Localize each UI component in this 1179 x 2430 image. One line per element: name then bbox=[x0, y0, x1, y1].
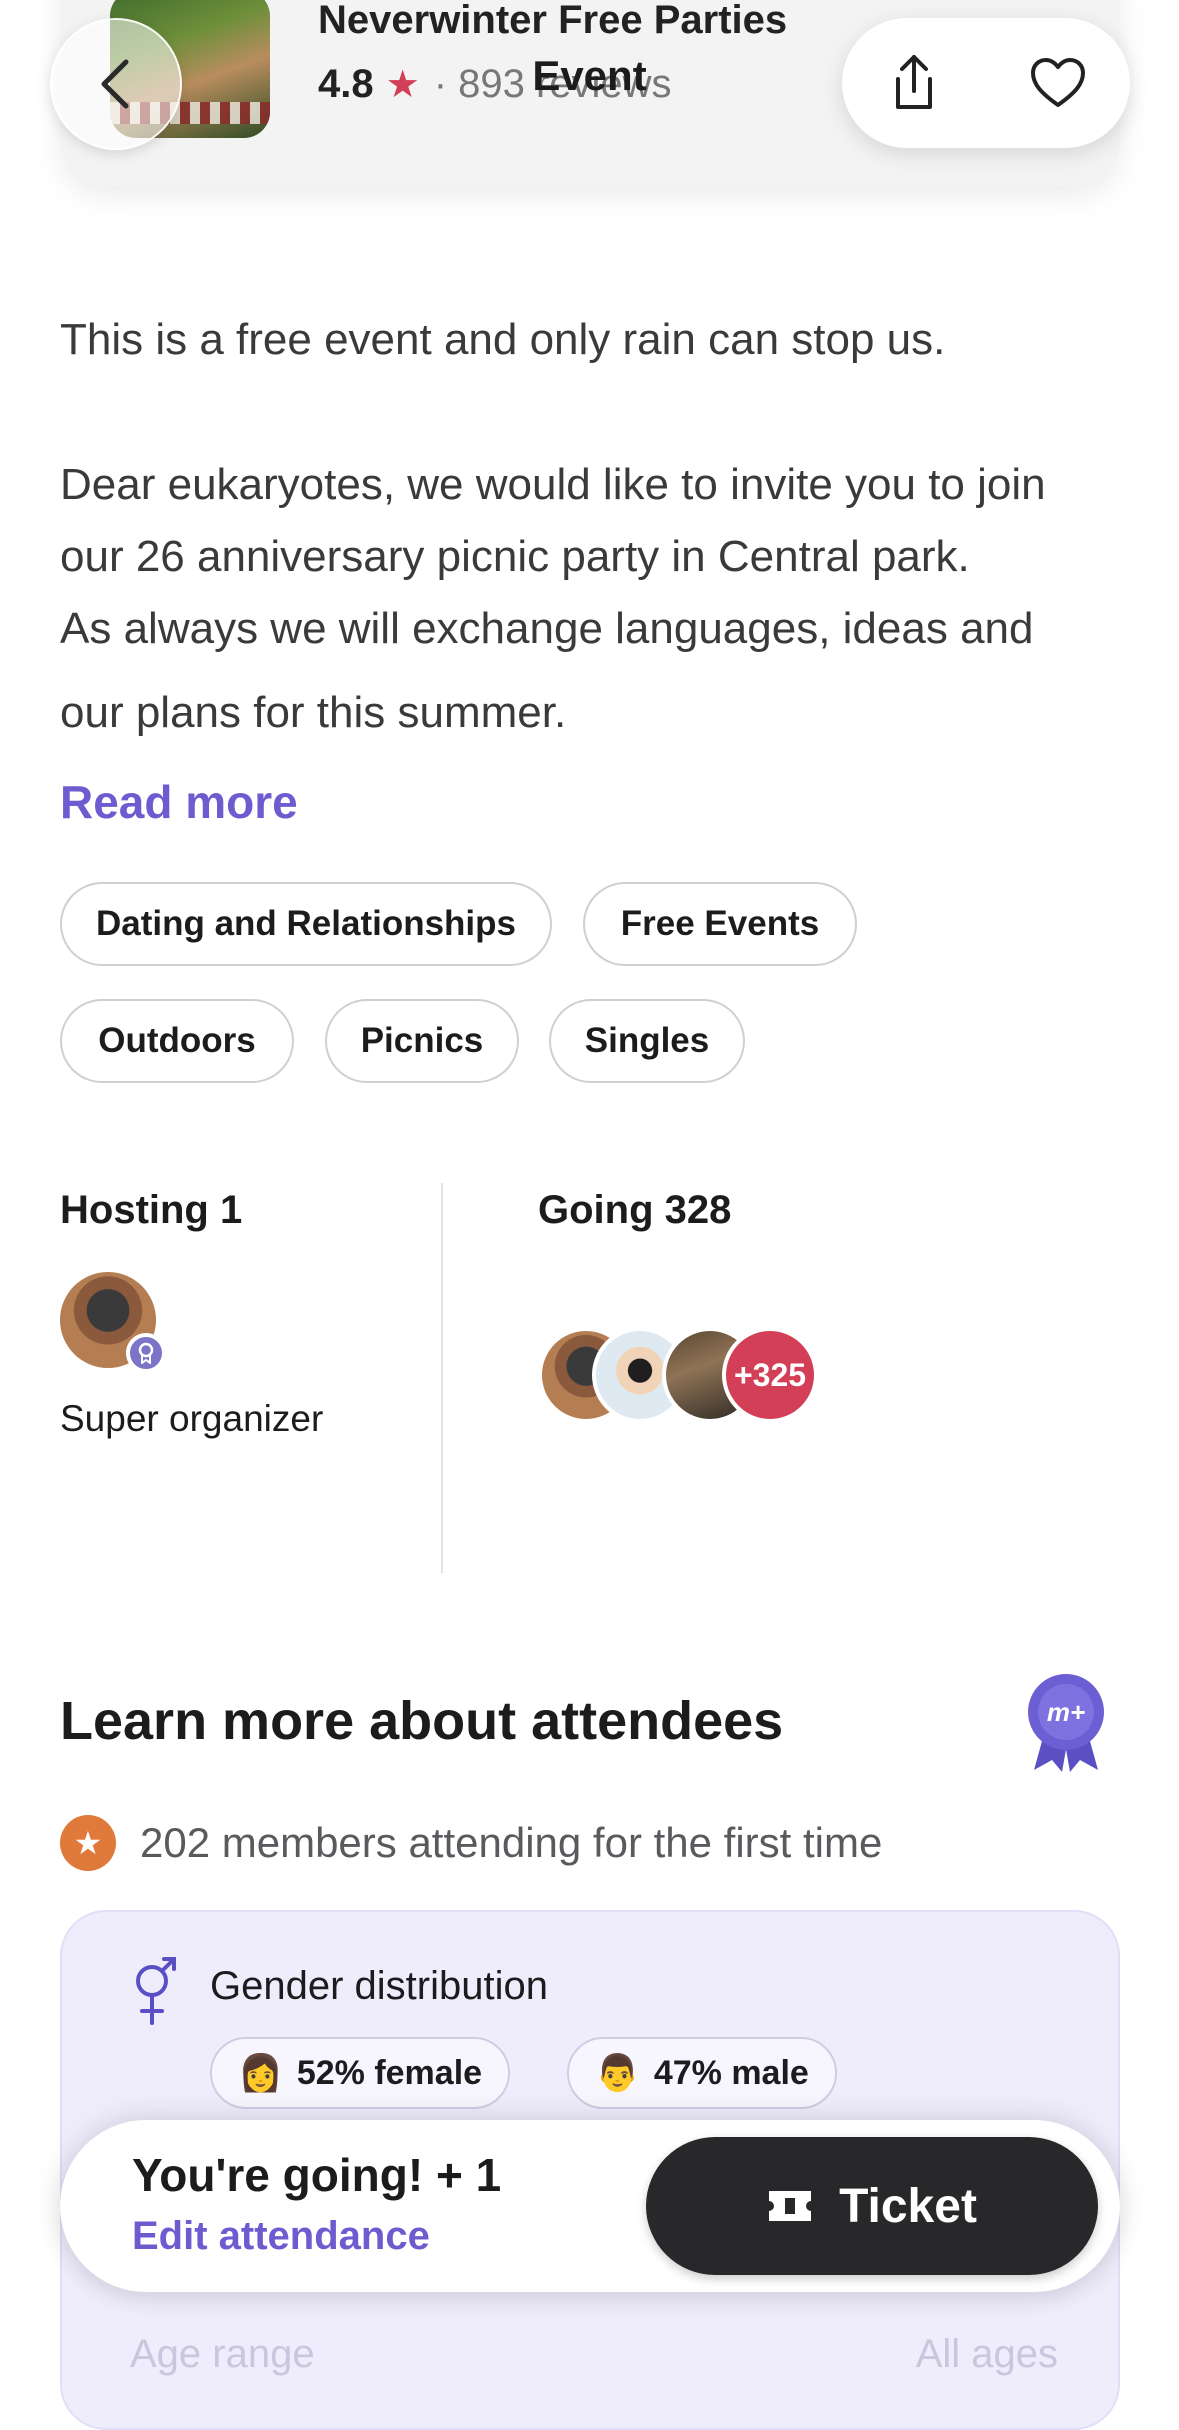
section-divider bbox=[441, 1183, 443, 1573]
first-time-text: 202 members attending for the first time bbox=[140, 1819, 883, 1866]
female-percentage: 52% female bbox=[296, 2053, 483, 2092]
star-icon: ★ bbox=[385, 64, 420, 106]
gender-distribution-label: Gender distribution bbox=[210, 1964, 548, 2008]
age-range-value: All ages bbox=[915, 2332, 1058, 2376]
age-range-row: Age range All ages bbox=[130, 2332, 1058, 2377]
female-percentage-chip: 👩 52% female bbox=[210, 2037, 511, 2109]
tag-picnics[interactable]: Picnics bbox=[325, 999, 519, 1083]
description-line: our plans for this summer. bbox=[60, 688, 567, 737]
tag-free-events[interactable]: Free Events bbox=[583, 882, 857, 966]
tag-outdoors[interactable]: Outdoors bbox=[60, 999, 294, 1083]
rating-value: 4.8 bbox=[318, 62, 374, 106]
attendees-section-title: Learn more about attendees bbox=[60, 1691, 784, 1751]
description-intro: This is a free event and only rain can s… bbox=[60, 315, 946, 364]
gender-icon bbox=[136, 1957, 176, 2025]
ticket-icon bbox=[769, 2191, 812, 2221]
tag-singles[interactable]: Singles bbox=[549, 999, 745, 1083]
chevron-left-icon bbox=[101, 59, 129, 109]
svg-text:m+: m+ bbox=[1047, 1697, 1085, 1727]
organizer-badge-icon bbox=[126, 1333, 166, 1373]
star-badge-icon: ★ bbox=[60, 1815, 116, 1871]
man-icon: 👨 bbox=[595, 2052, 640, 2093]
age-range-label: Age range bbox=[130, 2332, 315, 2376]
rating-row: 4.8 ★ · 893 reviews bbox=[318, 62, 672, 107]
hosting-label: Hosting 1 bbox=[60, 1188, 243, 1232]
organizer-role: Super organizer bbox=[60, 1398, 324, 1439]
read-more-link[interactable]: Read more bbox=[60, 775, 298, 829]
attendance-status: You're going! + 1 bbox=[132, 2149, 502, 2201]
back-button[interactable] bbox=[50, 18, 182, 150]
going-label: Going 328 bbox=[538, 1188, 732, 1232]
meetup-plus-badge-icon: m+ bbox=[1028, 1674, 1104, 1772]
woman-icon: 👩 bbox=[238, 2052, 283, 2093]
favorite-button[interactable] bbox=[1018, 43, 1098, 123]
ticket-button[interactable]: Ticket bbox=[646, 2137, 1098, 2275]
header-actions bbox=[842, 18, 1130, 148]
reviews-count[interactable]: · 893 reviews bbox=[434, 62, 672, 107]
share-icon bbox=[896, 55, 932, 109]
edit-attendance-link[interactable]: Edit attendance bbox=[132, 2214, 430, 2259]
description-line: Dear eukaryotes, we would like to invite… bbox=[60, 460, 1046, 509]
male-percentage-chip: 👨 47% male bbox=[567, 2037, 837, 2109]
share-button[interactable] bbox=[874, 43, 954, 123]
more-attendees-count[interactable]: +325 bbox=[722, 1327, 818, 1423]
description-line: our 26 anniversary picnic party in Centr… bbox=[60, 532, 970, 581]
first-time-row: ★ 202 members attending for the first ti… bbox=[60, 1815, 882, 1871]
male-percentage: 47% male bbox=[653, 2053, 809, 2092]
heart-icon bbox=[1031, 58, 1085, 107]
tag-dating-relationships[interactable]: Dating and Relationships bbox=[60, 882, 552, 966]
attendance-bar: You're going! + 1 Edit attendance Ticket bbox=[60, 2120, 1120, 2292]
event-name: Neverwinter Free Parties bbox=[318, 0, 788, 42]
description-line: As always we will exchange languages, id… bbox=[60, 604, 1034, 653]
ticket-label: Ticket bbox=[839, 2179, 977, 2233]
